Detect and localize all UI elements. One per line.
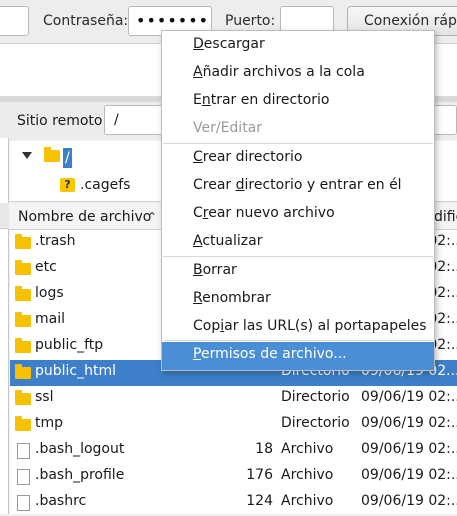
file-type: Archivo [281, 493, 334, 509]
file-modified: 09/06/19 02:... [361, 493, 457, 509]
local-site-bar [0, 102, 9, 138]
menu-item-a-adir-archivos-a-la-cola[interactable]: Añadir archivos a la cola [162, 60, 434, 88]
file-row[interactable]: .bash_logout 18 Archivo 09/06/19 02:... [10, 438, 457, 464]
file-row[interactable]: .bash_profile 176 Archivo 09/06/19 02:... [10, 464, 457, 490]
file-name: logs [35, 285, 64, 301]
file-name: tmp [35, 415, 64, 431]
file-modified: 09/06/19 02:... [361, 467, 457, 483]
column-header-name[interactable]: Nombre de archivo [18, 209, 151, 225]
expand-arrow-icon[interactable] [22, 152, 32, 159]
folder-icon [15, 390, 31, 405]
file-modified: 09/06/19 02:... [361, 415, 457, 431]
tree-root-item[interactable]: / [63, 148, 72, 168]
file-name: public_html [35, 363, 117, 379]
file-type: Directorio [281, 415, 350, 431]
file-name: .bash_profile [35, 467, 125, 483]
menu-item-label: Crear directorio y entrar en él [193, 177, 402, 193]
file-name: mail [35, 311, 65, 327]
menu-item-ver-editar: Ver/Editar [162, 116, 434, 144]
menu-item-label: Copiar las URL(s) al portapapeles [193, 318, 427, 334]
file-row[interactable]: tmp Directorio 09/06/19 02:... [10, 412, 457, 438]
menu-item-label: Borrar [193, 262, 237, 278]
file-name: public_ftp [35, 337, 104, 353]
file-modified: 09/06/19 02:... [361, 441, 457, 457]
menu-item-crear-directorio[interactable]: Crear directorio [162, 145, 434, 173]
menu-item-label: Entrar en directorio [193, 92, 330, 108]
menu-item-borrar[interactable]: Borrar [162, 258, 434, 286]
local-list-header [0, 203, 9, 229]
menu-item-label: Crear nuevo archivo [193, 205, 335, 221]
folder-icon [15, 312, 31, 327]
menu-item-permisos-de-archivo[interactable]: Permisos de archivo... [162, 342, 434, 370]
password-value: ••••••• [136, 11, 210, 30]
file-name: etc [35, 259, 57, 275]
file-row[interactable]: .bashrc 124 Archivo 09/06/19 02:... [10, 490, 457, 516]
password-label: Contraseña: [43, 13, 129, 29]
file-size: 176 [246, 467, 273, 483]
menu-item-label: Descargar [193, 36, 265, 52]
folder-icon [15, 286, 31, 301]
file-name: .bashrc [35, 493, 87, 509]
folder-icon [15, 260, 31, 275]
port-label: Puerto: [225, 13, 276, 29]
context-menu: Descargar Añadir archivos a la cola Entrar… [161, 30, 435, 371]
menu-item-label: Añadir archivos a la cola [193, 64, 365, 80]
menu-item-entrar-en-directorio[interactable]: Entrar en directorio [162, 88, 434, 116]
file-size: 124 [246, 493, 273, 509]
file-name: ssl [35, 389, 54, 405]
folder-icon [15, 338, 31, 353]
file-icon [17, 495, 30, 511]
menu-item-label: Permisos de archivo... [193, 346, 347, 362]
file-size: 18 [255, 441, 273, 457]
file-type: Archivo [281, 441, 334, 457]
file-name: .bash_logout [35, 441, 125, 457]
menu-item-actualizar[interactable]: Actualizar [162, 229, 434, 257]
menu-item-renombrar[interactable]: Renombrar [162, 286, 434, 314]
menu-item-copiar-las-url-s-al-portapapeles[interactable]: Copiar las URL(s) al portapapeles [162, 314, 434, 342]
file-row[interactable]: ssl Directorio 09/06/19 02:... [10, 386, 457, 412]
menu-item-label: Actualizar [193, 233, 263, 249]
user-field[interactable] [0, 6, 29, 36]
folder-icon [44, 147, 60, 162]
tree-item-cagefs[interactable]: .cagefs [80, 177, 130, 193]
menu-item-label: Renombrar [193, 290, 271, 306]
sort-ascending-icon: ⌃ [147, 210, 158, 224]
file-icon [17, 443, 30, 459]
folder-icon [15, 364, 31, 379]
menu-item-crear-nuevo-archivo[interactable]: Crear nuevo archivo [162, 201, 434, 229]
local-pane [0, 102, 9, 514]
remote-site-label: Sitio remoto: [17, 113, 108, 129]
file-type: Directorio [281, 389, 350, 405]
file-icon [17, 469, 30, 485]
menu-item-label: Crear directorio [193, 149, 303, 165]
file-name: .trash [35, 233, 76, 249]
menu-item-descargar[interactable]: Descargar [162, 32, 434, 60]
menu-item-label: Ver/Editar [193, 120, 263, 136]
unknown-status-icon: ? [60, 178, 75, 192]
folder-icon [15, 234, 31, 249]
file-modified: 09/06/19 02:... [361, 389, 457, 405]
file-type: Archivo [281, 467, 334, 483]
column-header-modified[interactable]: dific [434, 209, 457, 225]
menu-item-crear-directorio-y-entrar-en-l[interactable]: Crear directorio y entrar en él [162, 173, 434, 201]
folder-icon [15, 416, 31, 431]
